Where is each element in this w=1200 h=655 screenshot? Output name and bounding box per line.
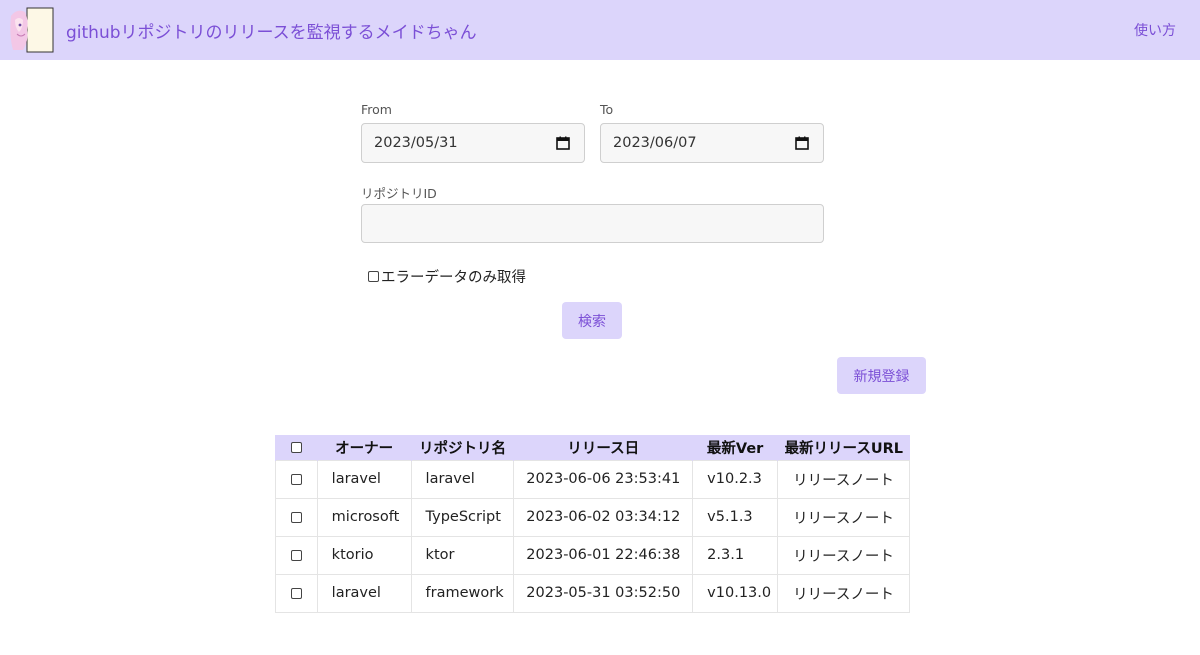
calendar-icon[interactable] [556,136,570,150]
error-only-option[interactable]: エラーデータのみ取得 [368,266,526,287]
row-checkbox[interactable] [290,511,302,523]
app-title[interactable]: githubリポジトリのリリースを監視するメイドちゃん [66,18,477,43]
release-note-link[interactable]: リリースノート [777,497,910,537]
ver-cell: v10.13.0 [692,573,779,613]
release-note-link[interactable]: リリースノート [777,535,910,575]
search-button[interactable]: 検索 [562,302,622,339]
to-label: To [600,102,614,117]
row-select-cell[interactable] [275,497,318,537]
date-cell: 2023-05-31 03:52:50 [513,573,694,613]
table-row: laravel laravel 2023-06-06 23:53:41 v10.… [275,459,910,499]
release-date-header: リリース日 [513,435,693,460]
repo-cell: laravel [410,459,515,499]
table-header-row: オーナー リポジトリ名 リリース日 最新Ver 最新リリースURL [275,435,910,460]
row-checkbox[interactable] [290,549,302,561]
select-all-checkbox[interactable] [290,441,302,453]
row-select-cell[interactable] [275,459,318,499]
row-select-cell[interactable] [275,535,318,575]
from-label: From [361,102,392,117]
date-cell: 2023-06-02 03:34:12 [513,497,694,537]
select-all-header[interactable] [275,435,318,460]
owner-cell: laravel [316,459,412,499]
date-cell: 2023-06-06 23:53:41 [513,459,694,499]
from-date-input[interactable]: 2023/05/31 [361,123,585,163]
ver-cell: 2.3.1 [692,535,779,575]
repo-cell: TypeScript [410,497,515,537]
to-date-input[interactable]: 2023/06/07 [600,123,824,163]
table-row: microsoft TypeScript 2023-06-02 03:34:12… [275,497,910,537]
new-registration-button[interactable]: 新規登録 [837,357,926,394]
row-checkbox[interactable] [290,473,302,485]
repo-name-header: リポジトリ名 [410,435,514,460]
release-note-link[interactable]: リリースノート [777,459,910,499]
date-cell: 2023-06-01 22:46:38 [513,535,694,575]
ver-cell: v5.1.3 [692,497,779,537]
repo-id-input[interactable] [361,204,824,243]
error-only-label: エラーデータのみ取得 [381,270,526,286]
ver-cell: v10.2.3 [692,459,779,499]
repo-id-label: リポジトリID [361,186,437,201]
owner-cell: microsoft [316,497,412,537]
table-row: laravel framework 2023-05-31 03:52:50 v1… [275,573,910,613]
owner-header: オーナー [316,435,412,460]
row-select-cell[interactable] [275,573,318,613]
repo-cell: ktor [410,535,515,575]
app-header: githubリポジトリのリリースを監視するメイドちゃん 使い方 [0,0,1200,60]
owner-cell: laravel [316,573,412,613]
latest-url-header: 最新リリースURL [777,435,910,460]
usage-link[interactable]: 使い方 [1134,20,1176,40]
maid-logo-icon[interactable] [7,6,55,54]
owner-cell: ktorio [316,535,412,575]
repo-cell: framework [410,573,515,613]
error-only-checkbox[interactable] [368,271,379,282]
calendar-icon[interactable] [795,136,809,150]
table-row: ktorio ktor 2023-06-01 22:46:38 2.3.1 リリ… [275,535,910,575]
to-date-value: 2023/06/07 [613,135,697,151]
latest-ver-header: 最新Ver [692,435,778,460]
row-checkbox[interactable] [290,587,302,599]
from-date-value: 2023/05/31 [374,135,458,151]
release-note-link[interactable]: リリースノート [777,573,910,613]
releases-table: オーナー リポジトリ名 リリース日 最新Ver 最新リリースURL larave… [275,435,910,613]
